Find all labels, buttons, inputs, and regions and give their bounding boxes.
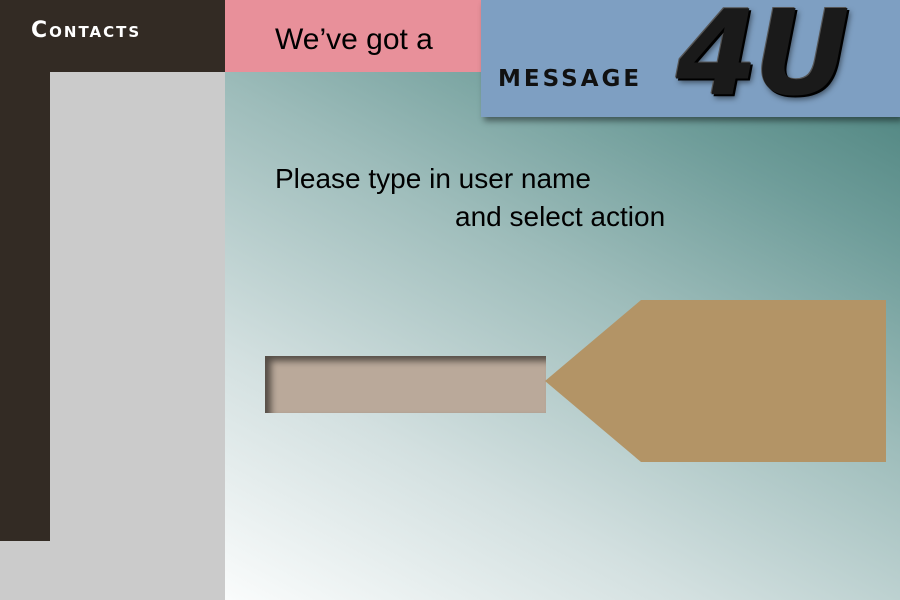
arrow-left-icon (545, 300, 886, 462)
contacts-title: Contacts (31, 18, 142, 43)
contacts-list[interactable] (50, 72, 225, 600)
header-tagline: We’ve got a (275, 23, 433, 56)
sidebar-edge (0, 72, 50, 541)
username-input[interactable] (265, 356, 546, 413)
instruction-line-2: and select action (455, 201, 666, 232)
instruction-line-1: Please type in user name (275, 163, 591, 194)
app-logo: MESSAGE 4U (481, 0, 900, 117)
logo-message-word: MESSAGE (498, 66, 643, 92)
app-window: Contacts We’ve got a MESSAGE 4U Please t… (0, 0, 900, 600)
action-arrow-button[interactable] (545, 300, 886, 462)
logo-4u-mark: 4U (676, 0, 850, 122)
